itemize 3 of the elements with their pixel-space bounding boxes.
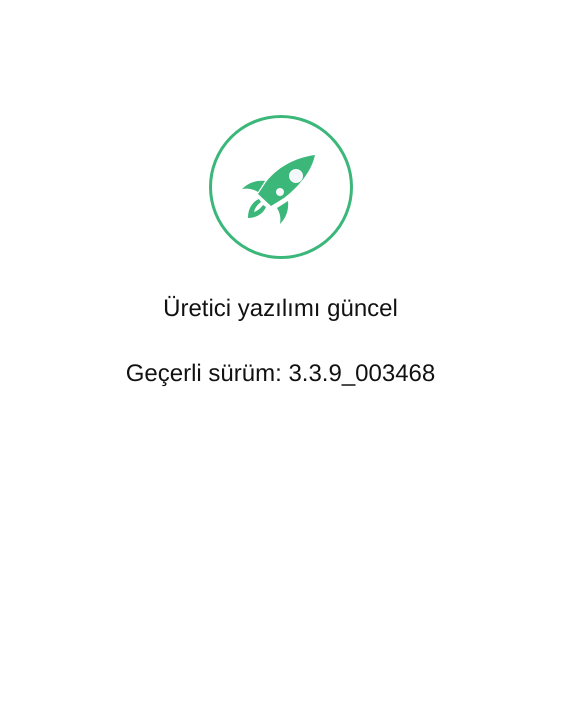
version-text: Geçerli sürüm: 3.3.9_003468: [126, 359, 436, 389]
status-title: Üretici yazılımı güncel: [163, 294, 398, 324]
rocket-icon: [208, 114, 354, 260]
